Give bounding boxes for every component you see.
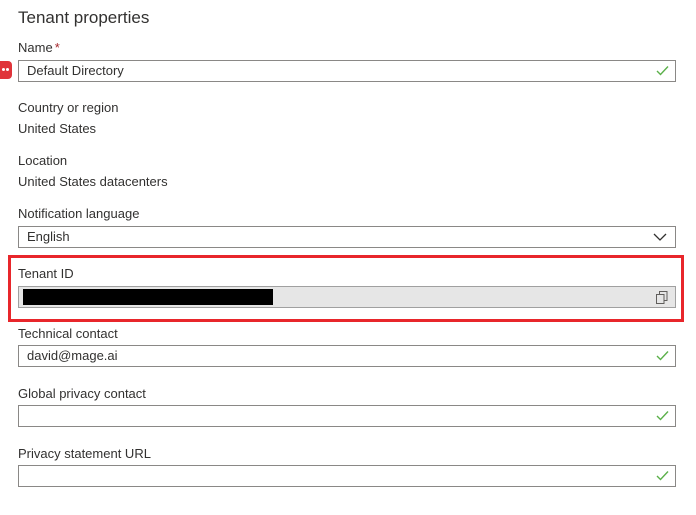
- notification-language-select[interactable]: English: [18, 226, 676, 248]
- page-title: Tenant properties: [18, 8, 150, 27]
- privacy-statement-url-input[interactable]: [18, 465, 676, 487]
- side-tab-badge[interactable]: [0, 61, 12, 79]
- checkmark-icon: [656, 471, 669, 481]
- privacy-statement-url-label: Privacy statement URL: [18, 446, 151, 461]
- name-label: Name *: [18, 40, 60, 55]
- name-label-text: Name: [18, 40, 53, 55]
- location-value: United States datacenters: [18, 174, 168, 189]
- global-privacy-contact-input[interactable]: [18, 405, 676, 427]
- technical-contact-input[interactable]: david@mage.ai: [18, 345, 676, 367]
- tenant-id-redaction: [23, 289, 273, 305]
- chevron-down-icon: [653, 233, 667, 241]
- checkmark-icon: [656, 351, 669, 361]
- copy-icon[interactable]: [656, 291, 668, 304]
- location-label: Location: [18, 153, 68, 168]
- country-value: United States: [18, 121, 97, 136]
- notification-language-value: English: [27, 229, 70, 244]
- tenant-id-label: Tenant ID: [18, 266, 74, 281]
- checkmark-icon: [656, 411, 669, 421]
- name-input-value: Default Directory: [27, 63, 124, 78]
- name-input[interactable]: Default Directory: [18, 60, 676, 82]
- global-privacy-contact-label: Global privacy contact: [18, 386, 146, 401]
- tenant-id-field: [18, 286, 676, 308]
- notification-language-label: Notification language: [18, 206, 140, 221]
- required-asterisk: *: [54, 40, 60, 55]
- technical-contact-label: Technical contact: [18, 326, 118, 341]
- country-label: Country or region: [18, 100, 119, 115]
- checkmark-icon: [656, 66, 669, 76]
- technical-contact-value: david@mage.ai: [27, 348, 118, 363]
